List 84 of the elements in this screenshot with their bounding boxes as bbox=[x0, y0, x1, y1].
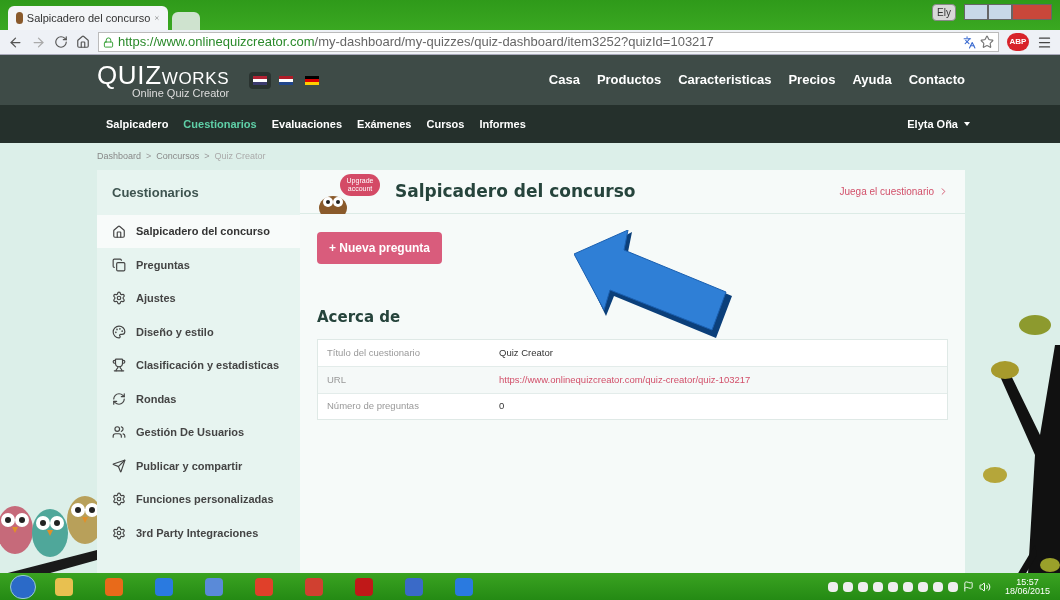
profile-badge[interactable]: Ely bbox=[932, 4, 956, 21]
gear-icon bbox=[112, 525, 126, 540]
reload-icon[interactable] bbox=[54, 35, 68, 49]
browser-tab[interactable]: Salpicadero del concurso bbox=[8, 6, 168, 30]
sidebar-item[interactable]: Clasificación y estadisticas bbox=[97, 348, 300, 382]
minimize-button[interactable] bbox=[964, 4, 988, 20]
table-cell: Quiz Creator bbox=[499, 345, 553, 360]
caret-icon bbox=[964, 122, 970, 126]
users-icon bbox=[112, 425, 126, 440]
sub-nav-link[interactable]: Cuestionarios bbox=[183, 115, 257, 133]
top-nav-link[interactable]: Ayuda bbox=[852, 70, 892, 90]
tray-icon[interactable] bbox=[857, 581, 868, 592]
table-cell-text: Número de preguntas bbox=[326, 399, 420, 414]
translate-icon[interactable] bbox=[963, 35, 976, 49]
volume-icon[interactable] bbox=[978, 580, 991, 593]
tray-icon[interactable] bbox=[917, 581, 928, 592]
clock-date: 18/06/2015 bbox=[1004, 586, 1050, 596]
tray-icon[interactable] bbox=[932, 581, 943, 592]
breadcrumb-separator: > bbox=[204, 149, 210, 163]
gear-icon bbox=[112, 291, 126, 306]
sidebar-item[interactable]: Funciones personalizadas bbox=[97, 482, 300, 516]
tray-icon[interactable] bbox=[947, 581, 958, 592]
sub-nav-link[interactable]: Informes bbox=[479, 115, 526, 133]
top-nav-link[interactable]: Productos bbox=[596, 70, 662, 90]
tray-icon[interactable] bbox=[902, 581, 913, 592]
play-quiz-link[interactable]: Juega el cuestionario bbox=[839, 184, 949, 199]
table-cell-text: URL bbox=[326, 372, 347, 387]
back-icon[interactable] bbox=[8, 34, 23, 50]
top-nav-link[interactable]: Contacto bbox=[908, 70, 965, 90]
sub-nav-link[interactable]: Cursos bbox=[426, 115, 465, 133]
lock-icon bbox=[103, 36, 114, 48]
top-nav-link[interactable]: Casa bbox=[548, 70, 580, 90]
tray-icon[interactable] bbox=[872, 581, 883, 592]
url-text: https://www.onlinequizcreator.com/my-dashboard/my-quizzes/quiz-dashboard/item3252?quizId=103217 bbox=[118, 33, 714, 52]
top-nav-link[interactable]: Precios bbox=[788, 70, 836, 90]
star-icon[interactable] bbox=[980, 35, 994, 49]
sidebar-item[interactable]: Diseño y estilo bbox=[97, 315, 300, 349]
table-cell: 0 bbox=[499, 399, 505, 414]
logo-tagline: Online Quiz Creator bbox=[132, 87, 230, 99]
close-icon[interactable] bbox=[154, 13, 160, 23]
start-button[interactable] bbox=[10, 574, 36, 599]
sidebar-item[interactable]: Preguntas bbox=[97, 248, 300, 282]
tab-title: Salpicadero del concurso bbox=[26, 10, 151, 26]
paper-plane-icon bbox=[112, 458, 126, 473]
table-cell-text: Título del cuestionario bbox=[326, 345, 421, 360]
site-logo[interactable]: QUIZWORKS bbox=[97, 61, 230, 88]
sidebar-item[interactable]: Rondas bbox=[97, 382, 300, 416]
language-flag[interactable] bbox=[249, 71, 272, 89]
tray-icon[interactable] bbox=[842, 581, 853, 592]
page-title: Salpicadero del concurso bbox=[395, 179, 636, 203]
maximize-button[interactable] bbox=[988, 4, 1012, 20]
trophy-icon bbox=[112, 358, 126, 373]
sidebar-item[interactable]: 3rd Party Integraciones bbox=[97, 516, 300, 550]
sidebar-title: Cuestionarios bbox=[112, 183, 199, 202]
home-icon bbox=[112, 224, 126, 239]
new-tab-button[interactable] bbox=[172, 12, 200, 30]
home-icon[interactable] bbox=[76, 35, 90, 49]
breadcrumb-separator: > bbox=[146, 149, 152, 163]
palette-icon bbox=[112, 324, 126, 339]
address-field[interactable]: https://www.onlinequizcreator.com/my-dashboard/my-quizzes/quiz-dashboard/item3252?quizId=103217 bbox=[98, 32, 999, 52]
refresh-icon bbox=[112, 391, 126, 406]
tray-icon[interactable] bbox=[827, 581, 838, 592]
cards-icon bbox=[112, 257, 126, 272]
owl-favicon bbox=[16, 12, 23, 24]
tray-icon[interactable] bbox=[887, 581, 898, 592]
flag-icon[interactable] bbox=[962, 581, 974, 592]
sidebar-item[interactable]: Ajustes bbox=[97, 281, 300, 315]
sidebar-item[interactable]: Salpicadero del concurso bbox=[97, 215, 300, 248]
forward-icon[interactable] bbox=[31, 34, 46, 50]
sub-nav-link[interactable]: Exámenes bbox=[357, 115, 412, 133]
menu-icon[interactable] bbox=[1037, 34, 1052, 50]
sub-nav-link[interactable]: Evaluaciones bbox=[271, 115, 343, 133]
section-title: Acerca de bbox=[317, 307, 402, 328]
quiz-url-link[interactable]: https://www.onlinequizcreator.com/quiz-creator/quiz-103217 bbox=[499, 372, 751, 387]
sub-nav-link[interactable]: Salpicadero bbox=[106, 115, 169, 133]
top-nav-link[interactable]: Caracteristicas bbox=[678, 70, 772, 90]
sidebar-item[interactable]: Publicar y compartir bbox=[97, 449, 300, 483]
user-menu[interactable]: Elyta Oña bbox=[907, 115, 970, 133]
adblock-icon[interactable]: ABP bbox=[1007, 33, 1029, 51]
new-question-button[interactable]: + Nueva pregunta bbox=[317, 232, 443, 264]
breadcrumb-current: Quiz Creator bbox=[214, 149, 266, 163]
gear-icon bbox=[112, 492, 126, 507]
clock-time: 15:57 bbox=[1016, 577, 1039, 587]
sidebar-item[interactable]: Gestión De Usuarios bbox=[97, 415, 300, 449]
